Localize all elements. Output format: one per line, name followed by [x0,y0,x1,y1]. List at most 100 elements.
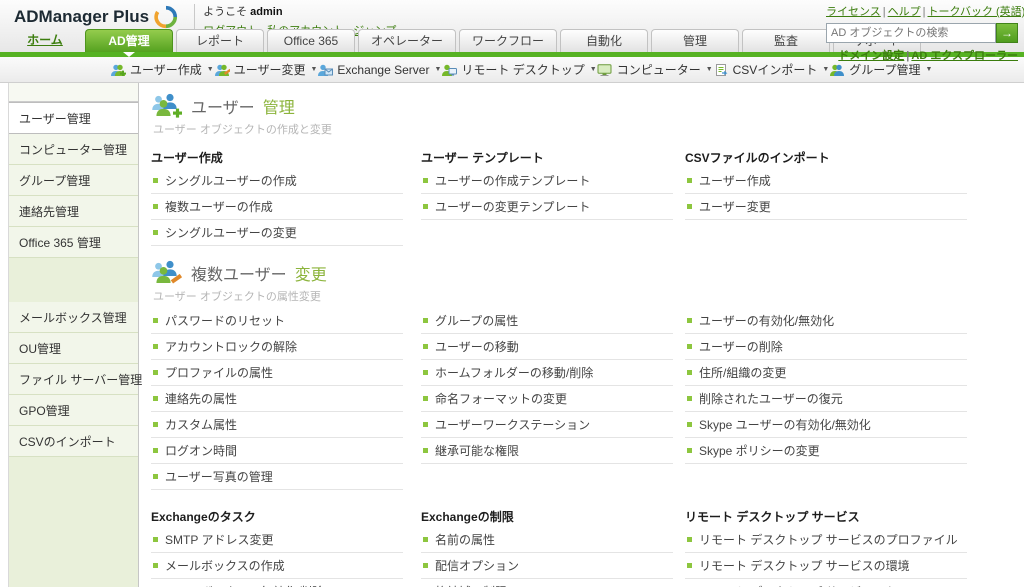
sidebar-item-file-server-management[interactable]: ファイル サーバー管理 [9,364,142,395]
menu-item-link[interactable]: ユーザーの変更テンプレート [435,198,590,215]
menu-item-link[interactable]: 住所/組織の変更 [699,364,786,381]
menu-item-link[interactable]: 継承可能な権限 [435,442,519,459]
menu-item-link[interactable]: 格納域の制限 [435,583,507,587]
menu-item-link[interactable]: グループの属性 [435,312,518,329]
bullet-icon [687,344,692,349]
sidebar: ユーザー管理 コンピューター管理 グループ管理 連絡先管理 Office 365… [8,83,142,587]
chevron-down-icon: ▼ [434,66,442,73]
menu-item-link[interactable]: カスタム属性 [165,416,237,433]
tab-workflow[interactable]: ワークフロー [459,29,558,52]
menu-item-link[interactable]: リモート デスクトップ サービスの環境 [699,557,910,574]
tab-operators[interactable]: オペレーター [358,29,457,52]
tab-audit[interactable]: 監査 [742,29,831,52]
bullet-icon [423,448,428,453]
bullet-icon [423,204,428,209]
menu-item-link[interactable]: メールボックスの作成 [165,557,285,574]
menu-item-link[interactable]: Skype ユーザーの有効化/無効化 [699,416,871,433]
sidebar-item-csv-import[interactable]: CSVのインポート [9,426,138,457]
column-user-create: ユーザー作成 シングルユーザーの作成 複数ユーザーの作成 シングルユーザーの変更 [151,141,421,246]
admanager-logo[interactable]: ADManager Plus [0,0,188,29]
sidebar-item-computer-management[interactable]: コンピューター管理 [9,134,138,165]
search-submit-button[interactable]: → [996,23,1018,43]
menu-item-link[interactable]: アカウントロックの解除 [165,338,297,355]
user-create-icon [111,64,126,76]
menu-item-link[interactable]: シングルユーザーの作成 [165,172,297,189]
menu-item: ユーザー写真の管理 [151,464,403,490]
tab-ad-management[interactable]: AD管理 [85,29,173,57]
license-link[interactable]: ライセンス [826,6,881,18]
menu-item-link[interactable]: ユーザーの削除 [699,338,783,355]
toolbar-user-modify[interactable]: ユーザー変更 ▼ [214,61,318,78]
menu-item-link[interactable]: ユーザー変更 [699,198,771,215]
menu-item: 連絡先の属性 [151,386,403,412]
toolbar-user-create[interactable]: ユーザー作成 ▼ [110,61,214,78]
menu-item-link[interactable]: パスワードのリセット [165,312,285,329]
bullet-icon [687,396,692,401]
toolbar-csv-import[interactable]: CSVインポート ▼ [713,61,830,78]
talkback-link[interactable]: トークバック (英語) [921,6,1024,18]
group-management-icon [830,64,845,76]
column-header: ユーザー作成 [151,151,223,165]
sidebar-item-ou-management[interactable]: OU管理 [9,333,138,364]
tab-admin[interactable]: 管理 [651,29,740,52]
sidebar-item-group-management[interactable]: グループ管理 [9,165,138,196]
menu-item-link[interactable]: SMTP アドレス変更 [165,531,273,548]
admanager-plus-app: ADManager Plus ようこそ admin ログアウト私のアカウントジャ… [0,0,1024,587]
menu-item-link[interactable]: 名前の属性 [435,531,495,548]
menu-item-link[interactable]: 配信オプション [435,557,519,574]
ad-object-search-input[interactable] [826,23,996,43]
domain-settings-link[interactable]: ドメイン設定 [838,50,904,62]
menu-item-link[interactable]: 削除されたユーザーの復元 [699,390,843,407]
menu-item-link[interactable]: ログオン時間 [165,442,237,459]
menu-item-link[interactable]: シングルユーザーの変更 [165,224,297,241]
welcome-label: ようこそ [203,6,248,18]
menu-item-link[interactable]: プロファイルの属性 [165,364,273,381]
sidebar-item-contact-management[interactable]: 連絡先管理 [9,196,138,227]
menu-item: アカウントロックの解除 [151,334,403,360]
bullet-icon [687,178,692,183]
menu-item-link[interactable]: ユーザーの作成テンプレート [435,172,590,189]
menu-item-link[interactable]: ユーザーの有効化/無効化 [699,312,834,329]
toolbar-computer[interactable]: コンピューター ▼ [597,61,713,78]
tab-reports[interactable]: レポート [176,29,264,52]
chevron-down-icon: ▼ [705,66,713,73]
menu-item: ユーザーの変更テンプレート [421,194,673,220]
menu-item-link[interactable]: Skype ポリシーの変更 [699,442,820,459]
menu-item-link[interactable]: ユーザー作成 [699,172,771,189]
toolbar-exchange-server[interactable]: Exchange Server ▼ [317,63,441,77]
menu-item-link[interactable]: リモート デスクトップ サービスのセッション [699,583,946,587]
sidebar-item-office365-management[interactable]: Office 365 管理 [9,227,138,258]
tab-automation[interactable]: 自動化 [560,29,649,52]
menu-item-link[interactable]: メールボックスの無効化/削除 [165,583,324,587]
bullet-icon [687,370,692,375]
menu-item-link[interactable]: ユーザーの移動 [435,338,519,355]
chevron-down-icon: ▼ [310,66,318,73]
sidebar-item-mailbox-management[interactable]: メールボックス管理 [9,302,138,333]
sidebar-item-user-management[interactable]: ユーザー管理 [9,102,138,134]
tab-office-365[interactable]: Office 365 [267,29,355,52]
menu-item: Skype ポリシーの変更 [685,438,967,464]
menu-item-link[interactable]: 連絡先の属性 [165,390,237,407]
chevron-down-icon: ▼ [822,66,830,73]
menu-item: 名前の属性 [421,527,673,553]
username: admin [250,6,283,18]
toolbar-remote-desktop[interactable]: リモート デスクトップ ▼ [441,61,597,78]
tab-home[interactable]: ホーム [8,29,82,52]
column-bulk-1: パスワードのリセット アカウントロックの解除 プロファイルの属性 連絡先の属性 … [151,308,421,490]
menu-item: ユーザー変更 [685,194,967,220]
menu-item-link[interactable]: 複数ユーザーの作成 [165,198,273,215]
section-subtitle: ユーザー オブジェクトの作成と変更 [153,124,332,136]
ad-explorer-link[interactable]: AD エクスプローラー [904,50,1018,62]
column-header: ユーザー テンプレート [421,151,544,165]
toolbar-group-management[interactable]: グループ管理 ▼ [829,61,932,78]
bullet-icon [153,448,158,453]
menu-item-link[interactable]: リモート デスクトップ サービスのプロファイル [699,531,958,548]
sidebar-top-spacer [9,83,138,102]
menu-item-link[interactable]: ユーザー写真の管理 [165,468,273,485]
menu-item: パスワードのリセット [151,308,403,334]
menu-item-link[interactable]: ホームフォルダーの移動/削除 [435,364,593,381]
menu-item-link[interactable]: ユーザーワークステーション [435,416,590,433]
help-link[interactable]: ヘルプ [881,6,921,18]
sidebar-item-gpo-management[interactable]: GPO管理 [9,395,138,426]
menu-item-link[interactable]: 命名フォーマットの変更 [435,390,567,407]
